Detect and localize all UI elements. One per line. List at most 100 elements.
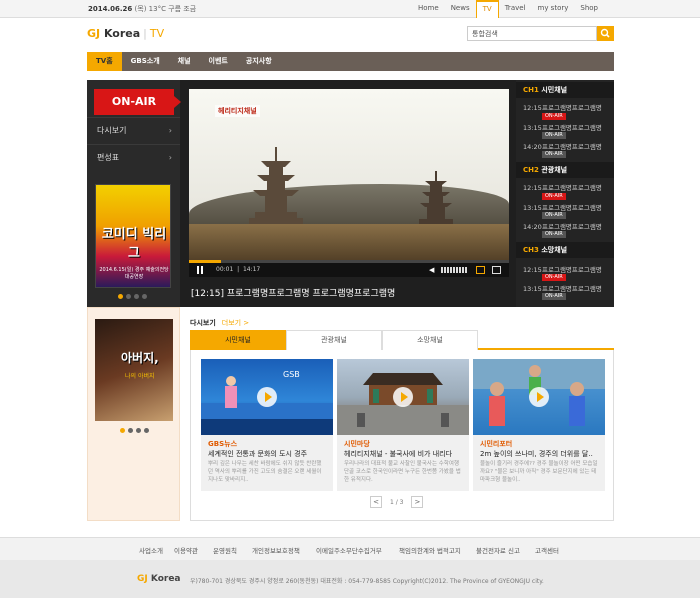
top-nav-tv[interactable]: TV — [475, 0, 499, 18]
promo-pagination — [120, 428, 149, 433]
footer-logo-korea: Korea — [150, 574, 181, 584]
schedule-title: 프로그램명프로그램명 — [542, 266, 602, 274]
schedule-title: 프로그램명프로그램명 — [542, 104, 602, 112]
schedule-time: 13:15 — [523, 285, 542, 293]
replay-more-link[interactable]: 더보기 > — [222, 319, 249, 327]
gnb-tv-home[interactable]: TV홈 — [87, 52, 122, 71]
search-button[interactable] — [597, 26, 614, 41]
pagination-dot[interactable] — [142, 294, 147, 299]
replay-tabs: 시민채널 관광채널 소망채널 — [190, 330, 614, 350]
tab-tourism-channel[interactable]: 관광채널 — [286, 330, 382, 350]
gnb-event[interactable]: 이벤트 — [200, 52, 237, 71]
video-player[interactable]: 헤리티지채널 — [189, 89, 509, 277]
schedule-badge: ON-AIR — [542, 231, 566, 238]
onair-badge: ON-AIR — [542, 193, 566, 200]
pagination-dot[interactable] — [126, 294, 131, 299]
top-nav-news[interactable]: News — [445, 0, 476, 18]
video-thumbnail — [473, 359, 605, 435]
card-description: 뿌리 깊은 나무는 세찬 바람에도 쉬지 않듯 찬란했던 역사의 뿌리를 가진 … — [208, 461, 322, 482]
player-left-menu: ON-AIR 다시보기 › 편성표 › 코미디 빅리그 2014.6.15(일)… — [87, 80, 181, 307]
gnb-notice[interactable]: 공지사항 — [237, 52, 281, 71]
promo-poster[interactable]: 아버지, 나의 아버지 — [95, 319, 173, 421]
video-card[interactable]: 시민마당 헤리티지채널 - 불국사에 비가 내리다 우리나라의 대표적 불교 사… — [337, 359, 469, 491]
schedule-time: 13:15 — [523, 204, 542, 212]
promo-panel: 아버지, 나의 아버지 — [87, 307, 180, 521]
pagination-dot[interactable] — [136, 428, 141, 433]
channel-header-1[interactable]: CH1 시민채널 — [516, 82, 614, 98]
channel-name: 소망채널 — [541, 246, 568, 254]
pause-icon[interactable] — [197, 266, 203, 274]
footer-link[interactable]: 고객센터 — [535, 545, 559, 555]
schedule-item[interactable]: 14:20프로그램명프로그램명 — [523, 141, 613, 151]
footer-link[interactable]: 이메일주소무단수집거부 — [316, 545, 382, 555]
volume-icon[interactable]: ◀ — [429, 266, 437, 274]
top-utility-bar: 2014.06.26 (목) 13°C 구름 조금 Home News TV T… — [0, 0, 700, 18]
player-area: ON-AIR 다시보기 › 편성표 › 코미디 빅리그 2014.6.15(일)… — [87, 80, 614, 307]
footer-link[interactable]: 운영원칙 — [213, 545, 237, 555]
pagination-dot[interactable] — [128, 428, 133, 433]
next-page-button[interactable]: > — [411, 496, 424, 508]
channel-header-3[interactable]: CH3 소망채널 — [516, 242, 614, 258]
schedule-time: 14:20 — [523, 223, 542, 231]
pagination-dot[interactable] — [118, 294, 123, 299]
menu-replay-label: 다시보기 — [97, 126, 127, 135]
screen-size-icon[interactable] — [476, 266, 485, 274]
menu-replay[interactable]: 다시보기 › — [87, 117, 180, 143]
menu-schedule[interactable]: 편성표 › — [87, 144, 180, 170]
channel-header-2[interactable]: CH2 관광채널 — [516, 162, 614, 178]
poster-pagination — [118, 294, 147, 299]
footer-link[interactable]: 불건전자료 신고 — [476, 545, 520, 555]
now-playing-title: [12:15] 프로그램명프로그램명 프로그램명프로그램명 — [191, 289, 396, 299]
search-input[interactable]: 통합검색 — [467, 26, 597, 41]
card-description: 물놀이 즐기러 경주에?? 경주 물놀이장 어떤 모습일까요? "물은 보니까 … — [480, 461, 598, 482]
schedule-time: 14:20 — [523, 143, 542, 151]
schedule-title: 프로그램명프로그램명 — [542, 285, 602, 293]
card-category: 시민리포터 — [480, 440, 513, 448]
fullscreen-icon[interactable] — [492, 266, 501, 274]
schedule-item[interactable]: 12:15프로그램명프로그램명 — [523, 264, 613, 274]
schedule-item[interactable]: 13:15프로그램명프로그램명 — [523, 283, 613, 293]
schedule-item[interactable]: 13:15프로그램명프로그램명 — [523, 202, 613, 212]
onair-button[interactable]: ON-AIR — [94, 89, 181, 115]
play-icon[interactable] — [393, 387, 413, 407]
schedule-item[interactable]: 14:20프로그램명프로그램명 — [523, 221, 613, 231]
top-nav-home[interactable]: Home — [412, 0, 445, 18]
prev-page-button[interactable]: < — [370, 496, 382, 508]
footer-link[interactable]: 사업소개 — [139, 545, 163, 555]
schedule-badge: ON-AIR — [542, 151, 566, 158]
schedule-item[interactable]: 12:15프로그램명프로그램명 — [523, 102, 613, 112]
pagination-dot[interactable] — [120, 428, 125, 433]
replay-gallery: GSB GBS뉴스 세계적인 전통과 문화의 도시 경주 뿌리 깊은 나무는 세… — [190, 350, 614, 521]
footer-link[interactable]: 개인정보보호정책 — [252, 545, 300, 555]
footer-address: 우)780-701 경상북도 경주시 양정로 260(동천동) 대표전화 : 0… — [190, 578, 544, 585]
event-poster[interactable]: 코미디 빅리그 2014.6.15(일) 경주 예술의전당 대공연장 — [95, 184, 171, 288]
video-card[interactable]: GSB GBS뉴스 세계적인 전통과 문화의 도시 경주 뿌리 깊은 나무는 세… — [201, 359, 333, 491]
schedule-item[interactable]: 12:15프로그램명프로그램명 — [523, 182, 613, 192]
video-card[interactable]: 시민리포터 2m 높이의 쓰나미, 경주의 더위를 달.. 물놀이 즐기러 경주… — [473, 359, 605, 491]
logo-tv: TV — [149, 27, 165, 40]
site-logo[interactable]: GJ Korea | TV — [87, 27, 164, 40]
footer-link[interactable]: 이용약관 — [174, 545, 198, 555]
top-nav-mystory[interactable]: my story — [532, 0, 575, 18]
search-icon — [600, 28, 610, 38]
pagination-dot[interactable] — [134, 294, 139, 299]
tab-citizen-channel[interactable]: 시민채널 — [190, 330, 286, 350]
menu-schedule-label: 편성표 — [97, 153, 120, 162]
current-date: 2014.06.26 — [88, 5, 133, 13]
schedule-item[interactable]: 13:15프로그램명프로그램명 — [523, 122, 613, 132]
gnb-channel[interactable]: 채널 — [169, 52, 200, 71]
schedule-title: 프로그램명프로그램명 — [542, 143, 602, 151]
volume-slider[interactable] — [441, 267, 467, 273]
pagination-dot[interactable] — [144, 428, 149, 433]
footer-link[interactable]: 책임의한계와 법적고지 — [399, 545, 461, 555]
poster-title: 코미디 빅리그 — [101, 227, 167, 261]
channel-name: 관광채널 — [541, 166, 568, 174]
top-nav-shop[interactable]: Shop — [574, 0, 604, 18]
tab-hope-channel[interactable]: 소망채널 — [382, 330, 478, 350]
gnb-gbs-intro[interactable]: GBS소개 — [122, 52, 169, 71]
card-description: 우리나라의 대표적 불교 사찰인 불국사는 수학여행 단골 코스로 한국인이라면… — [344, 461, 461, 482]
play-icon[interactable] — [257, 387, 277, 407]
play-icon[interactable] — [529, 387, 549, 407]
schedule-title: 프로그램명프로그램명 — [542, 204, 602, 212]
top-nav-travel[interactable]: Travel — [499, 0, 532, 18]
